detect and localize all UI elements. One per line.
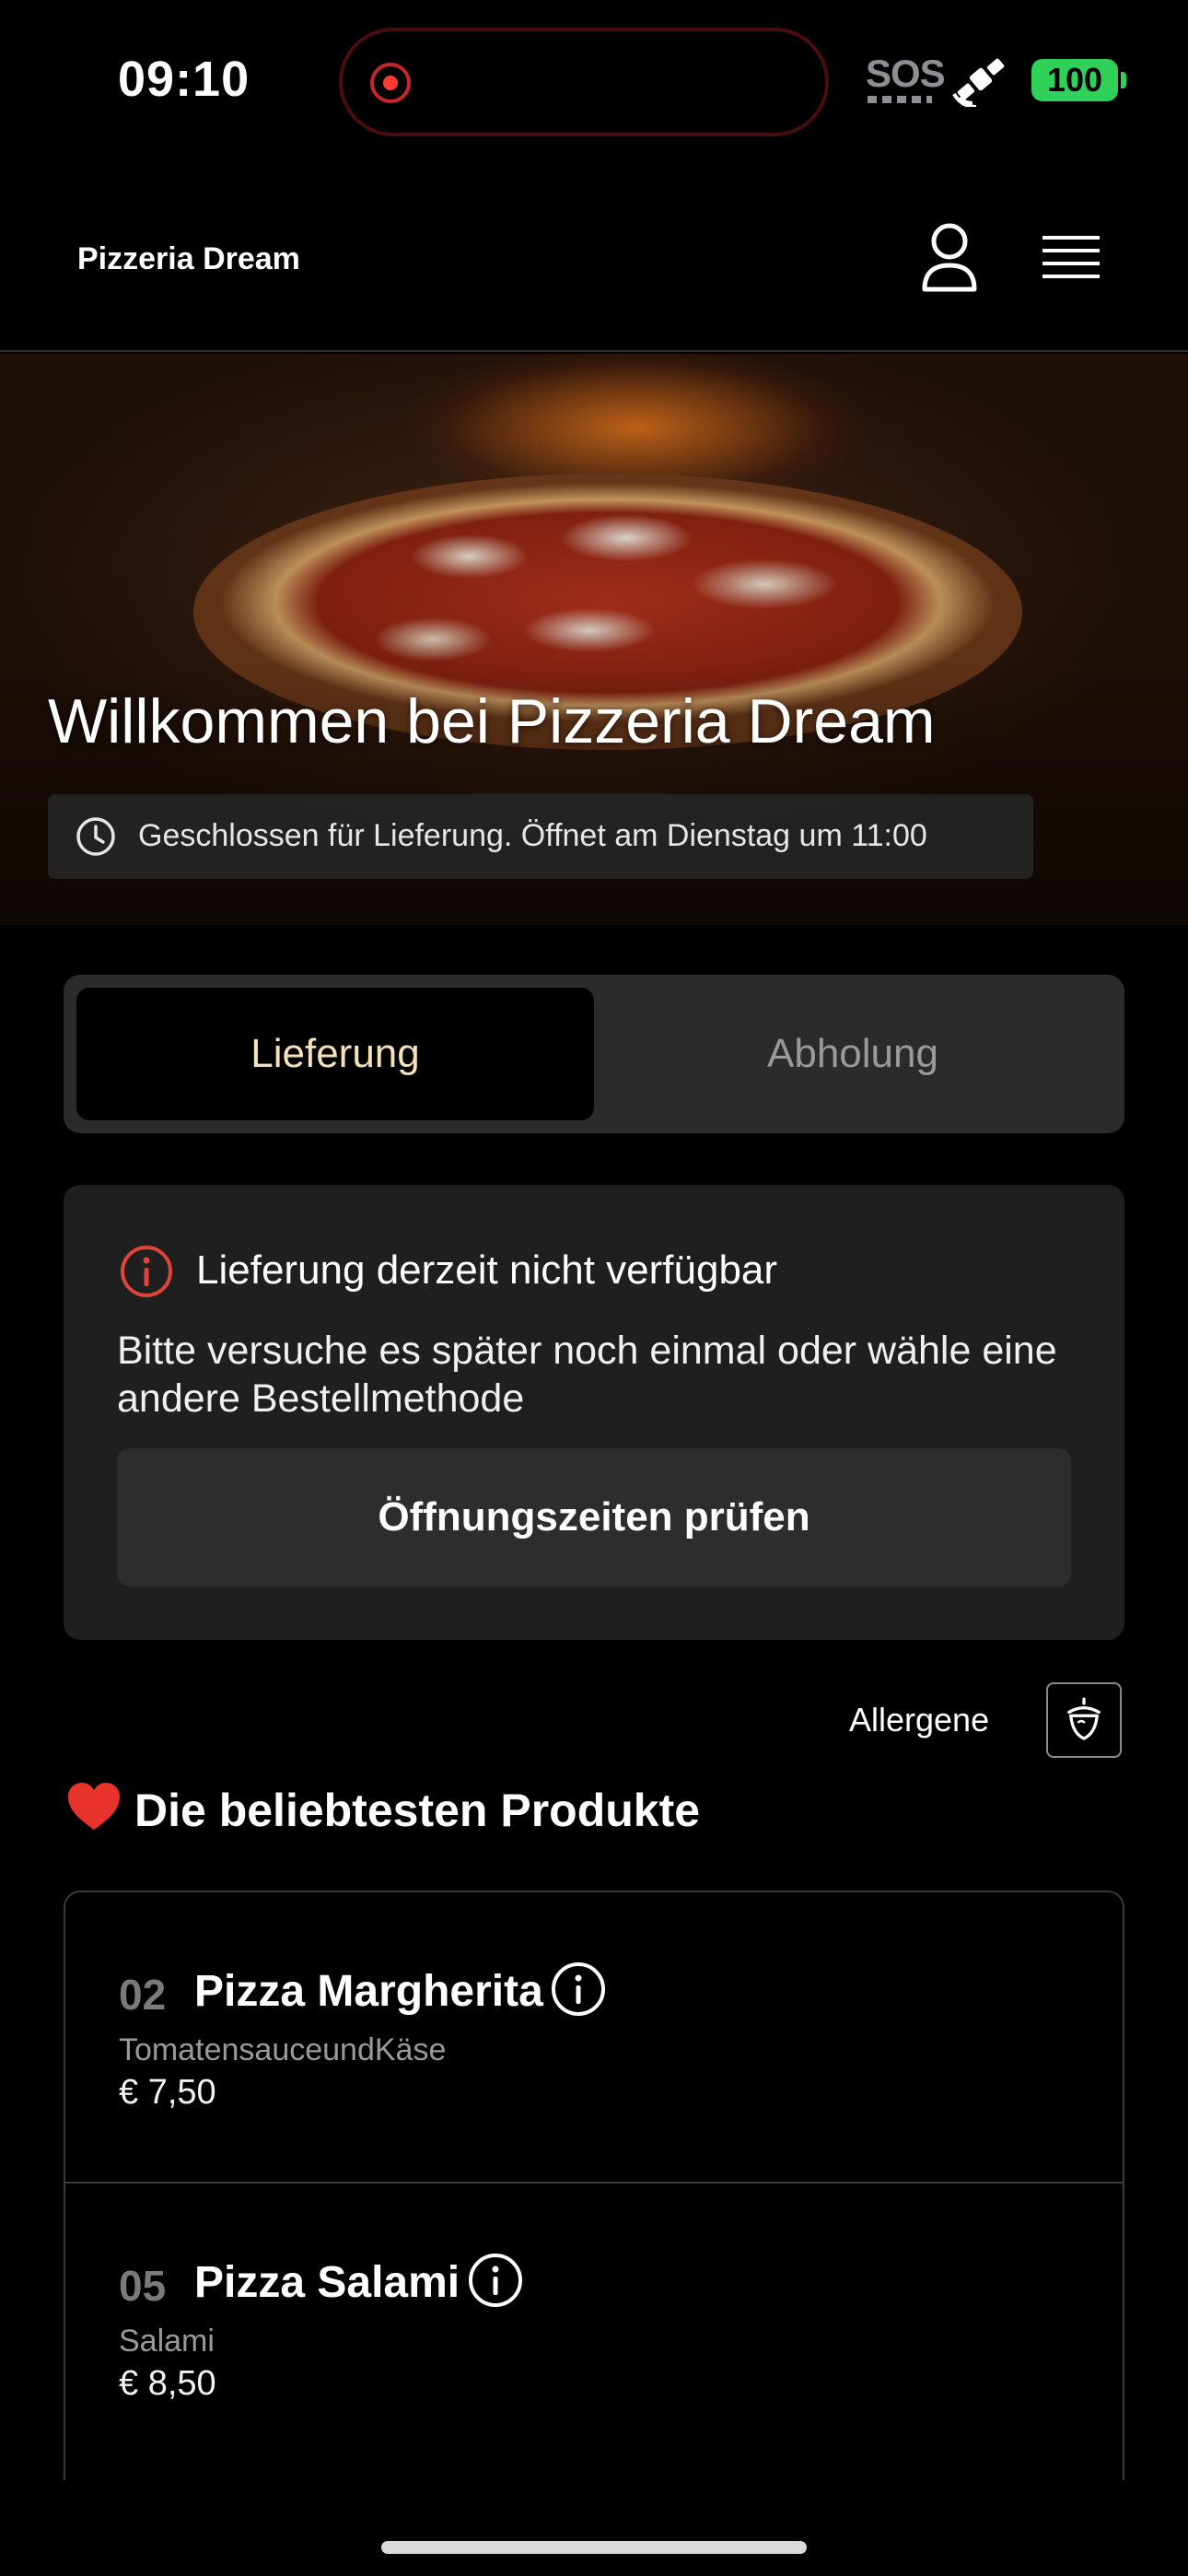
status-bar: 09:10 SOS 100 (0, 0, 1188, 166)
info-icon[interactable] (550, 1961, 607, 2018)
check-hours-button[interactable]: Öffnungszeiten prüfen (117, 1448, 1071, 1587)
clock-icon (76, 817, 115, 856)
product-number: 02 (119, 1971, 167, 2019)
product-card[interactable]: 05 Pizza Salami Salami € 8,50 (65, 2182, 1123, 2471)
opening-status-text: Geschlossen für Lieferung. Öffnet am Die… (138, 818, 927, 853)
menu-icon[interactable] (1041, 230, 1101, 286)
delivery-unavailable-card: Lieferung derzeit nicht verfügbar Bitte … (64, 1185, 1124, 1640)
order-method-toggle: Lieferung Abholung (64, 975, 1124, 1133)
alert-message: Bitte versuche es später noch einmal ode… (117, 1329, 1057, 1421)
product-card[interactable]: 02 Pizza Margherita TomatensauceundKäse … (65, 1892, 1123, 2182)
product-name: Pizza Margherita (194, 1967, 543, 2016)
dynamic-island[interactable] (339, 28, 829, 136)
product-price: € 7,50 (119, 2073, 216, 2112)
product-number: 05 (119, 2262, 167, 2310)
product-price: € 8,50 (119, 2364, 216, 2403)
allergens-label[interactable]: Allergene (849, 1701, 989, 1739)
battery-icon: 100 (1031, 59, 1118, 101)
acorn-icon[interactable] (1046, 1682, 1122, 1758)
tab-lieferung[interactable]: Lieferung (76, 988, 594, 1120)
battery-tip (1121, 72, 1126, 88)
hero-title: Willkommen bei Pizzeria Dream (48, 686, 936, 756)
satellite-icon (952, 58, 1005, 107)
hero-banner: Willkommen bei Pizzeria Dream Geschlosse… (0, 354, 1188, 925)
product-description: Salami (119, 2324, 215, 2359)
alert-title: Lieferung derzeit nicht verfügbar (196, 1247, 778, 1293)
info-circle-icon (121, 1246, 172, 1297)
home-indicator[interactable] (381, 2541, 807, 2554)
recording-icon (370, 63, 411, 103)
tab-abholung[interactable]: Abholung (594, 988, 1112, 1120)
product-description: TomatensauceundKäse (119, 2032, 447, 2067)
brand-name[interactable]: Pizzeria Dream (77, 241, 300, 277)
popular-products-title: Die beliebtesten Produkte (134, 1785, 701, 1836)
product-name: Pizza Salami (194, 2258, 460, 2307)
status-time: 09:10 (118, 52, 250, 107)
app-header: Pizzeria Dream (0, 166, 1188, 352)
product-list: 02 Pizza Margherita TomatensauceundKäse … (64, 1891, 1124, 2480)
user-icon[interactable] (917, 221, 982, 295)
heart-icon (68, 1783, 120, 1830)
popular-products-heading: Die beliebtesten Produkte (66, 1782, 700, 1837)
opening-status-badge: Geschlossen für Lieferung. Öffnet am Die… (48, 794, 1033, 879)
signal-dots (868, 96, 932, 103)
sos-indicator: SOS (866, 52, 946, 95)
info-icon[interactable] (467, 2252, 524, 2309)
